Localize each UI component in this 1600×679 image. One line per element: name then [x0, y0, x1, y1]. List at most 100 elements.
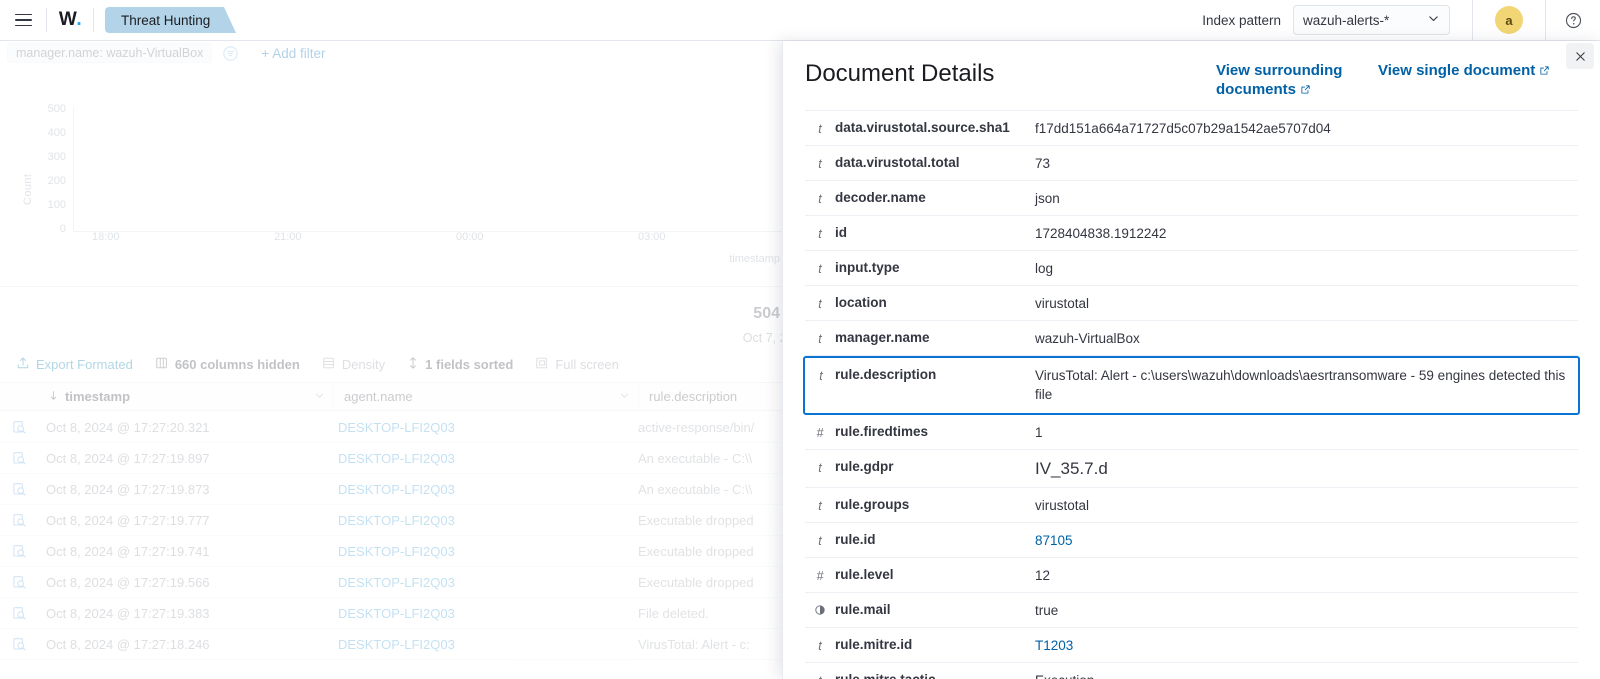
filter-pill-manager-name[interactable]: manager.name: wazuh-VirtualBox: [7, 43, 212, 63]
document-field-row[interactable]: tmanager.namewazuh-VirtualBox: [805, 321, 1578, 356]
document-field-row[interactable]: tlocationvirustotal: [805, 286, 1578, 321]
field-value: virustotal: [1035, 496, 1578, 515]
document-field-row[interactable]: tid1728404838.1912242: [805, 216, 1578, 251]
cell-agent-name[interactable]: DESKTOP-LFI2Q03: [334, 575, 634, 590]
field-value: Execution: [1035, 671, 1578, 679]
chart-y-axis-line: [73, 107, 74, 231]
document-field-row[interactable]: rule.mailtrue: [805, 593, 1578, 628]
inspect-document-icon[interactable]: [0, 544, 38, 559]
nav-divider-3: [1472, 0, 1473, 41]
wazuh-logo[interactable]: W.: [47, 9, 93, 31]
field-value: true: [1035, 601, 1578, 620]
document-field-row[interactable]: tdata.virustotal.total73: [805, 146, 1578, 181]
view-surrounding-documents-link[interactable]: View surrounding documents: [1216, 61, 1364, 100]
inspect-document-icon[interactable]: [0, 606, 38, 621]
document-field-row[interactable]: trule.gdprIV_35.7.d: [805, 450, 1578, 488]
hamburger-icon[interactable]: [0, 14, 46, 27]
close-icon[interactable]: [1566, 43, 1594, 69]
nav-divider-2: [93, 8, 94, 32]
columns-icon: [155, 356, 169, 373]
index-pattern-select[interactable]: wazuh-alerts-*: [1293, 5, 1450, 35]
index-pattern-value: wazuh-alerts-*: [1303, 13, 1389, 28]
cell-timestamp: Oct 8, 2024 @ 17:27:19.383: [38, 606, 334, 621]
string-type-icon: t: [805, 119, 835, 138]
inspect-document-icon[interactable]: [0, 420, 38, 435]
document-field-row[interactable]: tdata.virustotal.source.sha1f17dd151a664…: [805, 110, 1578, 146]
field-name: rule.groups: [835, 496, 1035, 514]
field-value-link[interactable]: 87105: [1035, 531, 1578, 550]
cell-agent-name[interactable]: DESKTOP-LFI2Q03: [334, 606, 634, 621]
document-field-row[interactable]: #rule.firedtimes1: [805, 415, 1578, 450]
cell-agent-name[interactable]: DESKTOP-LFI2Q03: [334, 482, 634, 497]
cell-agent-name[interactable]: DESKTOP-LFI2Q03: [334, 513, 634, 528]
field-value: 12: [1035, 566, 1578, 585]
field-name: location: [835, 294, 1035, 312]
cell-timestamp: Oct 8, 2024 @ 17:27:20.321: [38, 420, 334, 435]
document-field-row[interactable]: trule.mitre.tacticExecution: [805, 663, 1578, 679]
y-tick: 400: [40, 127, 66, 139]
inspect-document-icon[interactable]: [0, 637, 38, 652]
field-value: 73: [1035, 154, 1578, 173]
chevron-down-icon[interactable]: [619, 389, 630, 404]
chart-x-axis-label: timestamp: [729, 253, 780, 265]
filter-options-icon[interactable]: [222, 45, 239, 62]
avatar[interactable]: a: [1495, 6, 1523, 34]
arrow-down-icon: [48, 389, 59, 404]
document-field-row[interactable]: tinput.typelog: [805, 251, 1578, 286]
document-field-row-selected[interactable]: trule.descriptionVirusTotal: Alert - c:\…: [803, 356, 1580, 415]
y-tick: 300: [40, 151, 66, 163]
view-single-document-label: View single document: [1378, 62, 1535, 79]
inspect-document-icon[interactable]: [0, 482, 38, 497]
question-circle-icon[interactable]: [1546, 12, 1600, 29]
cell-agent-name[interactable]: DESKTOP-LFI2Q03: [334, 637, 634, 652]
chevron-down-icon[interactable]: [314, 389, 325, 404]
document-field-row[interactable]: tdecoder.namejson: [805, 181, 1578, 216]
field-value: wazuh-VirtualBox: [1035, 329, 1578, 348]
fullscreen-icon: [535, 356, 549, 373]
y-tick: 100: [40, 199, 66, 211]
density-icon: [322, 356, 336, 373]
density-button[interactable]: Density: [322, 356, 385, 373]
cell-agent-name[interactable]: DESKTOP-LFI2Q03: [334, 451, 634, 466]
x-tick: 18:00: [92, 231, 120, 243]
number-type-icon: #: [805, 423, 835, 442]
brand-dot: .: [76, 9, 81, 31]
tab-threat-hunting[interactable]: Threat Hunting: [105, 7, 224, 33]
cell-timestamp: Oct 8, 2024 @ 17:27:19.873: [38, 482, 334, 497]
fields-sorted-button[interactable]: 1 fields sorted: [407, 356, 513, 373]
index-pattern-label: Index pattern: [1202, 13, 1281, 28]
app-root: W. Threat Hunting Index pattern wazuh-al…: [0, 0, 1600, 679]
document-field-row[interactable]: trule.groupsvirustotal: [805, 488, 1578, 523]
chart-y-axis-label: Count: [22, 174, 34, 205]
string-type-icon: t: [805, 329, 835, 348]
cell-agent-name[interactable]: DESKTOP-LFI2Q03: [334, 420, 634, 435]
field-name: decoder.name: [835, 189, 1035, 207]
column-header-timestamp[interactable]: timestamp: [38, 382, 334, 411]
string-type-icon: t: [805, 259, 835, 278]
field-value: 1: [1035, 423, 1578, 442]
inspect-document-icon[interactable]: [0, 575, 38, 590]
field-name: rule.mail: [835, 601, 1035, 619]
document-field-row[interactable]: trule.mitre.idT1203: [805, 628, 1578, 663]
field-value-link[interactable]: T1203: [1035, 636, 1578, 655]
string-type-icon: t: [805, 531, 835, 550]
string-type-icon: t: [805, 189, 835, 208]
cell-timestamp: Oct 8, 2024 @ 17:27:19.777: [38, 513, 334, 528]
inspect-document-icon[interactable]: [0, 451, 38, 466]
string-type-icon: t: [805, 671, 835, 679]
full-screen-button[interactable]: Full screen: [535, 356, 619, 373]
columns-hidden-button[interactable]: 660 columns hidden: [155, 356, 300, 373]
avatar-initial: a: [1505, 13, 1512, 28]
column-header-agent-name[interactable]: agent.name: [334, 382, 639, 411]
string-type-icon: t: [805, 458, 835, 477]
add-filter-button[interactable]: + Add filter: [261, 46, 325, 61]
export-formatted-button[interactable]: Export Formated: [16, 356, 133, 373]
document-fields-table: tdata.virustotal.source.sha1f17dd151a664…: [783, 110, 1600, 679]
cell-agent-name[interactable]: DESKTOP-LFI2Q03: [334, 544, 634, 559]
document-field-row[interactable]: trule.id87105: [805, 523, 1578, 558]
inspect-document-icon[interactable]: [0, 513, 38, 528]
top-navigation-bar: W. Threat Hunting Index pattern wazuh-al…: [0, 0, 1600, 41]
document-field-row[interactable]: #rule.level12: [805, 558, 1578, 593]
sort-icon: [407, 356, 419, 373]
view-single-document-link[interactable]: View single document: [1378, 61, 1560, 81]
